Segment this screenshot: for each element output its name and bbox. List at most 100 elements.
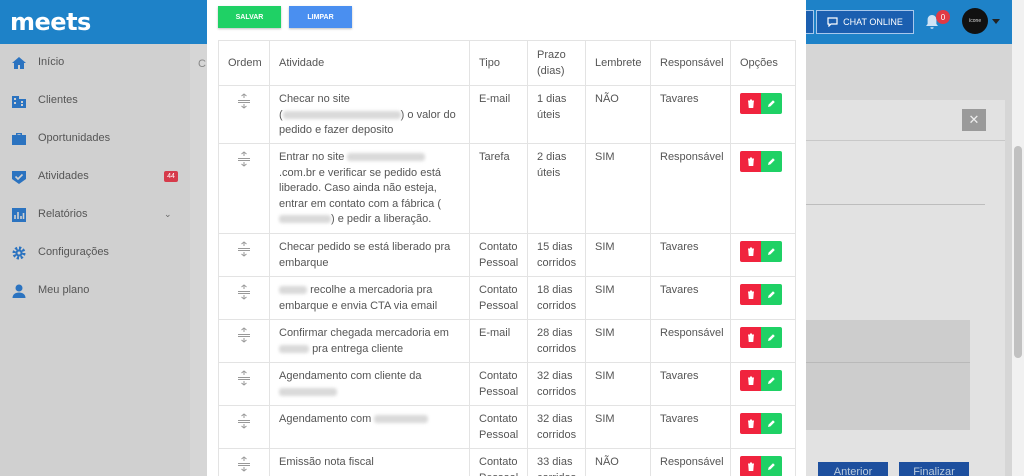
chat-online-label: CHAT ONLINE xyxy=(843,17,903,27)
delete-button[interactable] xyxy=(740,456,761,476)
table-row: Emissão nota fiscal Contato Pessoal 33 d… xyxy=(218,448,796,476)
drag-handle-icon[interactable] xyxy=(237,327,251,343)
sidebar-item-label: Configurações xyxy=(38,246,109,258)
delete-button[interactable] xyxy=(740,327,761,348)
previous-button[interactable]: Anterior xyxy=(818,462,888,476)
responsible-cell: Responsável xyxy=(650,319,731,363)
activity-cell: Checar pedido se está liberado pra embar… xyxy=(269,233,470,277)
edit-button[interactable] xyxy=(761,370,782,391)
responsible-cell: Tavares xyxy=(650,362,731,406)
edit-button[interactable] xyxy=(761,151,782,172)
avatar[interactable]: ícone xyxy=(962,8,988,34)
home-icon xyxy=(12,57,26,69)
delete-button[interactable] xyxy=(740,241,761,262)
table-row: Agendamento com cliente da Contato Pesso… xyxy=(218,362,796,406)
edit-button[interactable] xyxy=(761,456,782,476)
divider xyxy=(805,140,1005,141)
chevron-down-icon[interactable]: ⌄ xyxy=(164,209,172,220)
delete-button[interactable] xyxy=(740,413,761,434)
trash-icon xyxy=(747,290,754,299)
sidebar-item-relatorios[interactable]: Relatórios ⌄ xyxy=(0,196,190,234)
type-cell: Contato Pessoal xyxy=(469,362,528,406)
deadline-cell: 32 dias corridos xyxy=(527,362,586,406)
background-panel xyxy=(805,320,970,430)
edit-button[interactable] xyxy=(761,93,782,114)
trash-icon xyxy=(747,419,754,428)
responsible-cell: Responsável xyxy=(650,448,731,476)
chevron-down-icon[interactable] xyxy=(992,19,1000,24)
sidebar-item-configuracoes[interactable]: Configurações xyxy=(0,234,190,272)
table-row: Checar pedido se está liberado pra embar… xyxy=(218,233,796,277)
scrollbar-thumb[interactable] xyxy=(1014,146,1022,358)
options-cell xyxy=(730,448,796,476)
activity-cell: Checar no site() o valor do pedido e faz… xyxy=(269,85,470,144)
trash-icon xyxy=(747,99,754,108)
trash-icon xyxy=(747,376,754,385)
responsible-cell: Tavares xyxy=(650,85,731,144)
bar-chart-icon xyxy=(12,208,26,222)
delete-button[interactable] xyxy=(740,370,761,391)
order-cell xyxy=(218,448,270,476)
drag-handle-icon[interactable] xyxy=(237,241,251,257)
activity-text: ) e pedir a liberação. xyxy=(331,213,432,225)
trash-icon xyxy=(747,157,754,166)
type-cell: Contato Pessoal xyxy=(469,448,528,476)
activity-cell: Entrar no site .com.br e verificar se pe… xyxy=(269,143,470,234)
divider xyxy=(805,204,985,205)
options-cell xyxy=(730,143,796,234)
pencil-icon xyxy=(768,291,775,298)
user-icon xyxy=(12,284,26,298)
save-button[interactable]: SALVAR xyxy=(218,6,281,28)
table-row: recolhe a mercadoria pra embarque e envi… xyxy=(218,276,796,320)
pencil-icon xyxy=(768,158,775,165)
edit-button[interactable] xyxy=(761,241,782,262)
table-row: Checar no site() o valor do pedido e faz… xyxy=(218,85,796,144)
column-header-type[interactable]: Tipo xyxy=(469,40,528,86)
sidebar-item-label: Atividades xyxy=(38,170,89,182)
drag-handle-icon[interactable] xyxy=(237,456,251,472)
pencil-icon xyxy=(768,377,775,384)
chat-online-button[interactable]: CHAT ONLINE xyxy=(816,10,914,34)
activity-text: Agendamento com xyxy=(279,413,372,425)
sidebar-item-inicio[interactable]: Início xyxy=(0,44,190,82)
type-cell: E-mail xyxy=(469,319,528,363)
redacted-text xyxy=(347,153,426,162)
reminder-cell: SIM xyxy=(585,319,651,363)
delete-button[interactable] xyxy=(740,93,761,114)
table-row: Agendamento com Contato Pessoal 32 dias … xyxy=(218,405,796,449)
breadcrumb: C xyxy=(198,58,206,70)
activity-cell: Agendamento com cliente da xyxy=(269,362,470,406)
responsible-cell: Responsável xyxy=(650,143,731,234)
drag-handle-icon[interactable] xyxy=(237,93,251,109)
sidebar: Início Clientes Oportunidades Atividades… xyxy=(0,44,190,476)
delete-button[interactable] xyxy=(740,151,761,172)
sidebar-item-label: Oportunidades xyxy=(38,132,111,144)
activity-cell: Confirmar chegada mercadoria em pra entr… xyxy=(269,319,470,363)
column-header-activity[interactable]: Atividade xyxy=(269,40,470,86)
finish-button[interactable]: Finalizar xyxy=(899,462,969,476)
column-header-responsible[interactable]: Responsável xyxy=(650,40,731,86)
column-header-order[interactable]: Ordem xyxy=(218,40,270,86)
clear-button[interactable]: LIMPAR xyxy=(289,6,352,28)
drag-handle-icon[interactable] xyxy=(237,284,251,300)
deadline-cell: 2 dias úteis xyxy=(527,143,586,234)
top-bar-button-partial[interactable] xyxy=(806,10,814,34)
reminder-cell: SIM xyxy=(585,143,651,234)
building-icon xyxy=(12,96,26,108)
app-logo[interactable]: meets xyxy=(10,8,91,36)
delete-button[interactable] xyxy=(740,284,761,305)
sidebar-item-clientes[interactable]: Clientes xyxy=(0,82,190,120)
edit-button[interactable] xyxy=(761,413,782,434)
column-header-deadline[interactable]: Prazo (dias) xyxy=(527,40,586,86)
activity-cell: Agendamento com xyxy=(269,405,470,449)
sidebar-item-oportunidades[interactable]: Oportunidades xyxy=(0,120,190,158)
drag-handle-icon[interactable] xyxy=(237,151,251,167)
sidebar-item-meu-plano[interactable]: Meu plano xyxy=(0,272,190,310)
edit-button[interactable] xyxy=(761,327,782,348)
close-icon[interactable]: ✕ xyxy=(962,109,986,131)
edit-button[interactable] xyxy=(761,284,782,305)
drag-handle-icon[interactable] xyxy=(237,413,251,429)
sidebar-item-atividades[interactable]: Atividades 44 xyxy=(0,158,190,196)
column-header-reminder[interactable]: Lembrete xyxy=(585,40,651,86)
drag-handle-icon[interactable] xyxy=(237,370,251,386)
